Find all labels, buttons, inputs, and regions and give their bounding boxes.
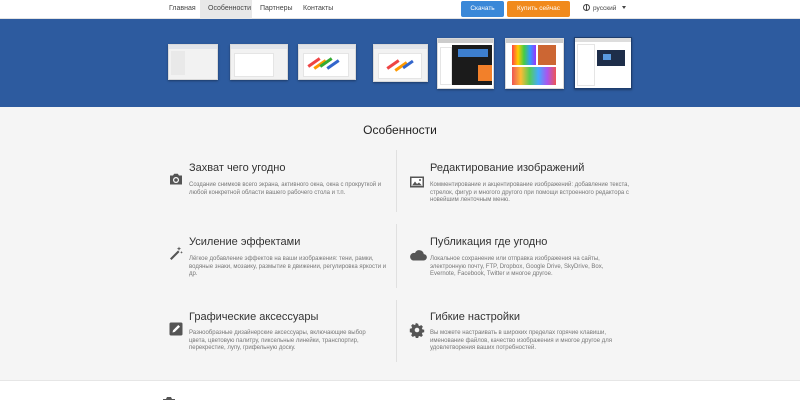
next-section: [0, 381, 800, 400]
cloud-icon: [410, 250, 427, 261]
banner-thumbnail[interactable]: [574, 37, 632, 89]
column-divider: [396, 300, 397, 362]
feature-title: Графические аксессуары: [189, 311, 319, 323]
feature-description: Лёгкое добавление эффектов на ваши изобр…: [189, 256, 387, 278]
banner-thumbnail[interactable]: [168, 44, 218, 80]
nav-link-home[interactable]: Главная: [161, 0, 204, 19]
feature-title: Публикация где угодно: [430, 236, 548, 248]
feature-description: Комментирование и акцентирование изображ…: [430, 182, 630, 204]
nav-link-contacts[interactable]: Контакты: [295, 0, 341, 19]
camera-icon: [170, 173, 182, 185]
feature-description: Разнообразные дизайнерские аксессуары, в…: [189, 330, 366, 352]
gear-icon: [409, 322, 425, 338]
download-button[interactable]: Скачать: [461, 1, 504, 17]
feature-description: Создание снимков всего экрана, активного…: [189, 182, 382, 196]
feature-title: Гибкие настройки: [430, 311, 520, 323]
screenshot-banner: [0, 19, 800, 107]
banner-thumbnail[interactable]: [373, 44, 428, 82]
feature-title: Редактирование изображений: [430, 162, 585, 174]
banner-thumbnail[interactable]: [298, 44, 356, 80]
nav-link-features[interactable]: Особенности: [200, 0, 252, 19]
feature-description: Локальное сохранение или отправка изобра…: [430, 256, 604, 278]
nav-link-partners[interactable]: Партнеры: [252, 0, 301, 19]
feature-title: Захват чего угодно: [189, 162, 286, 174]
column-divider: [396, 150, 397, 212]
language-label: русский: [593, 5, 617, 12]
camera-icon: [163, 397, 175, 400]
feature-description: Вы можете настраивать в широких пределах…: [430, 330, 612, 352]
language-selector[interactable]: русский: [583, 0, 627, 19]
pencil-icon: [169, 322, 183, 336]
chevron-down-icon: [622, 6, 627, 9]
top-nav: Главная Особенности Партнеры Контакты Ск…: [0, 0, 800, 19]
feature-title: Усиление эффектами: [189, 236, 301, 248]
buy-now-button[interactable]: Купить сейчас: [507, 1, 570, 17]
banner-thumbnail[interactable]: [505, 38, 564, 89]
banner-thumbnail[interactable]: [230, 44, 288, 80]
magic-wand-icon: [170, 246, 183, 260]
column-divider: [396, 224, 397, 288]
section-title: Особенности: [363, 123, 437, 137]
banner-thumbnail[interactable]: [437, 38, 494, 89]
image-icon: [410, 176, 424, 188]
globe-icon: [583, 4, 590, 11]
